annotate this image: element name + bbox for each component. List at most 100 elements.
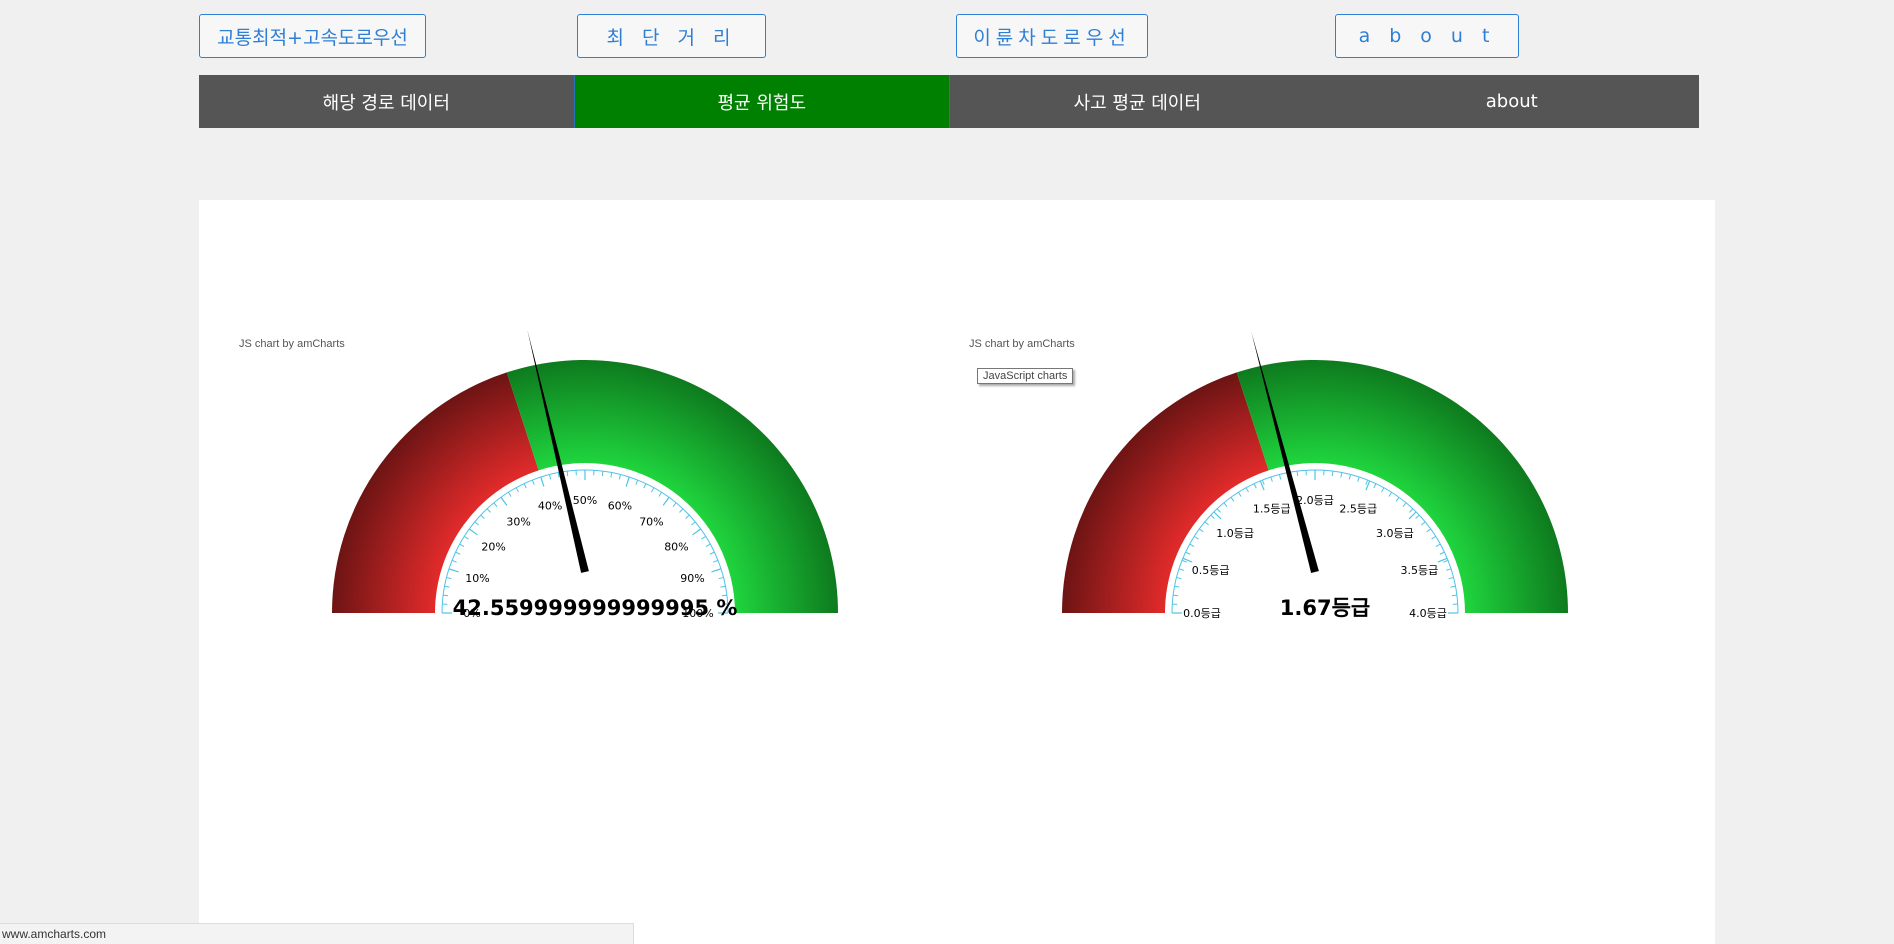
gauge-minor-tick [523, 483, 527, 489]
gauge-tick-label: 2.5등급 [1339, 503, 1377, 516]
gauge-minor-tick [515, 487, 519, 493]
gauge-minor-tick [1395, 497, 1400, 502]
gauge-band-green [506, 360, 838, 613]
tab-average-risk[interactable]: 평균 위험도 [573, 75, 950, 128]
risk-grade-gauge: 0.0등급 0.5등급 1.0등급 1.5등급 2.0등급 2.5등급 3.0등급 3.5등급… [1062, 331, 1568, 620]
gauge-minor-tick [1237, 491, 1242, 497]
gauge-minor-tick [705, 543, 711, 547]
gauge-minor-tick [1340, 472, 1343, 478]
chart-panel: JS chart by amCharts JS chart by amChart… [199, 200, 1715, 944]
gauge-tick-label: 10% [465, 572, 489, 585]
gauge-minor-tick [1204, 521, 1209, 526]
tab-accident-average[interactable]: 사고 평균 데이터 [950, 75, 1325, 128]
gauge-minor-tick [1448, 576, 1454, 580]
risk-percent-gauge: 0%10%20%30%40% 50% 60%70%80%90%100%42.5599… [332, 330, 838, 620]
gauge-minor-tick [1331, 471, 1334, 477]
gauge-minor-tick [1409, 508, 1414, 513]
route-button-about[interactable]: about [1335, 14, 1519, 58]
gauge-minor-tick [548, 474, 552, 480]
gauge-major-tick [625, 476, 630, 487]
gauge-tick-label: 70% [639, 516, 663, 529]
gauge-minor-tick [480, 514, 485, 519]
tab-route-data[interactable]: 해당 경로 데이터 [199, 75, 574, 128]
gauge-minor-tick [672, 502, 677, 507]
gauge-minor-tick [1278, 474, 1282, 480]
gauge-minor-tick [658, 491, 663, 497]
gauge-minor-tick [1189, 543, 1195, 547]
gauge-minor-tick [486, 508, 491, 513]
gauge-minor-tick [643, 483, 647, 489]
status-bar-url: www.amcharts.com [0, 923, 634, 944]
gauge-minor-tick [459, 543, 465, 547]
tab-bar: 해당 경로 데이터 평균 위험도 사고 평균 데이터 about [199, 75, 1699, 128]
gauge-minor-tick [1450, 585, 1456, 588]
gauge-minor-tick [1296, 471, 1299, 477]
gauge-minor-tick [1210, 514, 1215, 519]
route-button-traffic-highway[interactable]: 교통최적+고속도로우선 [199, 14, 426, 58]
gauge-minor-tick [1348, 474, 1352, 480]
gauge-major-tick [662, 496, 670, 506]
gauge-minor-tick [557, 472, 560, 478]
gauge-major-tick [448, 568, 459, 573]
gauge-major-tick [1213, 511, 1222, 520]
gauge-tick-label: 0.5등급 [1192, 564, 1230, 577]
gauge-tick-label: 80% [664, 541, 688, 554]
gauge-tick-label: 3.0등급 [1376, 527, 1414, 540]
gauge-minor-tick [1446, 568, 1452, 571]
gauge-major-tick [1408, 511, 1417, 520]
gauge-minor-tick [601, 471, 604, 477]
gauge-minor-tick [1181, 559, 1187, 563]
gauge-tick-label: 30% [506, 516, 530, 529]
gauge-minor-tick [1185, 551, 1191, 555]
gauge-major-tick [500, 496, 508, 506]
gauge-tick-label: 4.0등급 [1409, 607, 1447, 620]
gauge-minor-tick [610, 472, 613, 478]
gauge-minor-tick [720, 585, 726, 588]
gauge-value-label: 1.67등급 [1280, 596, 1370, 620]
gauge-minor-tick [1173, 594, 1179, 597]
gauge-minor-tick [701, 535, 707, 540]
gauge-major-tick [711, 568, 722, 573]
gauge-minor-tick [451, 559, 457, 563]
gauge-minor-tick [1230, 497, 1235, 502]
gauge-minor-tick [493, 502, 498, 507]
gauge-tick-label: 1.0등급 [1216, 527, 1254, 540]
gauge-tick-label: 60% [608, 500, 632, 513]
tab-about[interactable]: about [1325, 75, 1700, 128]
gauge-minor-tick [1435, 543, 1441, 547]
gauge-minor-tick [1176, 576, 1182, 580]
gauge-minor-tick [709, 551, 715, 555]
gauge-minor-tick [443, 594, 449, 597]
route-button-shortest[interactable]: 최단거리 [577, 14, 766, 58]
gauge-minor-tick [1381, 487, 1385, 493]
gauge-minor-tick [1223, 502, 1228, 507]
gauge-tick-label: 3.5등급 [1401, 564, 1439, 577]
gauge-minor-tick [1216, 508, 1221, 513]
gauge-minor-tick [444, 585, 450, 588]
gauge-minor-tick [1253, 483, 1257, 489]
gauge-minor-tick [713, 559, 719, 563]
gauge-minor-tick [1199, 528, 1204, 533]
gauge-minor-tick [1245, 487, 1249, 493]
gauge-minor-tick [1193, 535, 1199, 540]
gauge-minor-tick [691, 521, 696, 526]
gauge-tick-label: 1.5등급 [1253, 503, 1291, 516]
gauge-minor-tick [651, 487, 655, 493]
gauge-tick-label: 0.0등급 [1183, 607, 1221, 620]
gauge-minor-tick [531, 479, 535, 485]
gauge-minor-tick [1357, 476, 1360, 482]
gauge-tick-label: 90% [680, 572, 704, 585]
route-button-motorcycle[interactable]: 이륜차도로우선 [956, 14, 1148, 58]
gauge-minor-tick [1373, 483, 1377, 489]
gauge-tick-label: 40% [538, 500, 562, 513]
gauge-minor-tick [1178, 568, 1184, 571]
gauge-minor-tick [455, 551, 461, 555]
gauge-minor-tick [1443, 559, 1449, 563]
gauge-minor-tick [446, 576, 452, 580]
gauge-minor-tick [1421, 521, 1426, 526]
gauge-tick-label: 2.0등급 [1296, 494, 1334, 507]
gauge-minor-tick [463, 535, 469, 540]
gauge-minor-tick [1270, 476, 1273, 482]
gauge-major-tick [468, 528, 478, 536]
gauge-minor-tick [618, 474, 622, 480]
